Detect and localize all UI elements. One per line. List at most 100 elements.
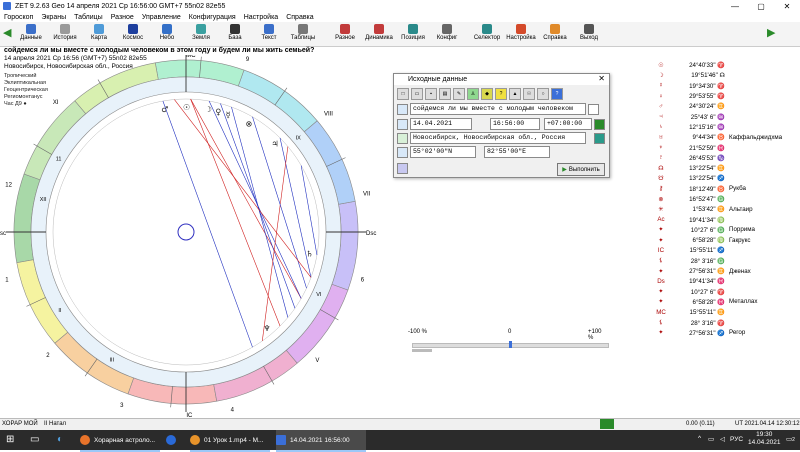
- toolbar-earth-button[interactable]: Земля: [186, 23, 216, 45]
- toolbar-tables-button[interactable]: Таблицы: [288, 23, 318, 45]
- new-icon[interactable]: □: [397, 88, 409, 100]
- task-firefox[interactable]: Хорарная астроло...: [80, 430, 160, 452]
- notification-icon[interactable]: ▭2: [786, 435, 795, 443]
- toolbar-data-button[interactable]: Данные: [16, 23, 46, 45]
- latitude-field[interactable]: 55°02'00"N: [410, 146, 476, 158]
- planet-row[interactable]: ✦ 6°58'28" ♍ Гакрукс: [655, 235, 800, 245]
- planet-row[interactable]: ♇ 26°45'53" ♑: [655, 153, 800, 163]
- date-field[interactable]: 14.04.2021: [410, 118, 472, 130]
- question-field[interactable]: сойдемся ли мы вместе с молодым человеко…: [410, 103, 586, 115]
- toolbar-map-button[interactable]: Карта: [84, 23, 114, 45]
- planet-row[interactable]: ✳ 1°53'42" ♊ Альтаир: [655, 204, 800, 214]
- atlas-icon[interactable]: [594, 133, 605, 144]
- planet-row[interactable]: ⊗ 16°52'47" ♎: [655, 194, 800, 204]
- planet-row[interactable]: ♅ 9°44'34" ♉ Каффальджидхма: [655, 132, 800, 142]
- horoscope-wheel[interactable]: AscDscMCIC1234V6VIIVIII9XXI12IIIIIIX11XI…: [0, 55, 390, 420]
- menu-misc[interactable]: Разное: [111, 14, 134, 21]
- horary-icon[interactable]: ?: [495, 88, 507, 100]
- open-icon[interactable]: ▭: [411, 88, 423, 100]
- tray-arrow-icon[interactable]: ^: [698, 435, 701, 442]
- toolbar-exit-button[interactable]: Выход: [574, 23, 604, 45]
- planet-row[interactable]: Ac 19°41'34" ♍: [655, 214, 800, 224]
- volume-icon[interactable]: ◁: [720, 435, 725, 443]
- planet-row[interactable]: ✦ 27°56'31" ♐ Регор: [655, 328, 800, 338]
- planet-row[interactable]: ⚸ 28° 3'16" ♈: [655, 317, 800, 327]
- planet-row[interactable]: MC 15°55'11" ♊: [655, 307, 800, 317]
- slider-scroll[interactable]: [412, 349, 432, 352]
- now-icon[interactable]: [594, 119, 605, 130]
- toolbar-dynamics-button[interactable]: Динамика: [364, 23, 394, 45]
- slider-thumb[interactable]: [509, 341, 512, 348]
- toolbar-sky-button[interactable]: Небо: [152, 23, 182, 45]
- planet-row[interactable]: ♂ 24°30'24" ♊: [655, 101, 800, 111]
- task-vlc[interactable]: 01 Урок 1.mp4 - М...: [190, 430, 270, 452]
- windows-start-icon[interactable]: ⊞: [6, 434, 14, 445]
- planet-row[interactable]: ☊ 13°22'54" ♊: [655, 163, 800, 173]
- toolbar-selector-button[interactable]: Селектор: [472, 23, 502, 45]
- planet-row[interactable]: IC 15°55'11" ♐: [655, 245, 800, 255]
- planet-row[interactable]: ☽ 19°51'46" ☊: [655, 70, 800, 80]
- toolbar-settings-button[interactable]: Настройка: [506, 23, 536, 45]
- chart-small-icon[interactable]: [397, 163, 408, 174]
- planet-row[interactable]: ♄ 12°15'16" ♒: [655, 122, 800, 132]
- minimize-button[interactable]: —: [722, 0, 748, 12]
- edge-icon[interactable]: ◐: [57, 434, 63, 445]
- toolbar-position-button[interactable]: Позиция: [398, 23, 428, 45]
- dialog-close-icon[interactable]: ✕: [598, 74, 605, 83]
- planet-row[interactable]: ✦ 6°58'28" ♓ Металлах: [655, 297, 800, 307]
- planet-row[interactable]: ☿ 19°34'30" ♈: [655, 81, 800, 91]
- menu-control[interactable]: Управление: [142, 14, 181, 21]
- planet-row[interactable]: ♆ 21°52'59" ♓: [655, 142, 800, 152]
- toolbar-database-button[interactable]: База: [220, 23, 250, 45]
- planet-row[interactable]: ♀ 29°53'55" ♈: [655, 91, 800, 101]
- network-icon[interactable]: ▭: [708, 435, 714, 443]
- person-icon[interactable]: ♙: [467, 88, 479, 100]
- menu-horoscope[interactable]: Гороскоп: [4, 14, 33, 21]
- question-dropdown-icon[interactable]: [588, 104, 599, 115]
- task-view-icon[interactable]: ▭: [30, 434, 39, 445]
- circle-icon[interactable]: ○: [537, 88, 549, 100]
- task-zet[interactable]: 14.04.2021 16:56:00: [276, 430, 366, 452]
- planet-name: Гакрукс: [729, 236, 751, 244]
- menu-help[interactable]: Справка: [286, 14, 313, 21]
- tree-icon[interactable]: ▲: [509, 88, 521, 100]
- planet-row[interactable]: ☋ 13°22'54" ♐: [655, 173, 800, 183]
- menu-configuration[interactable]: Конфигурация: [189, 14, 236, 21]
- clear-icon[interactable]: ✎: [453, 88, 465, 100]
- toolbar-text-button[interactable]: Текст: [254, 23, 284, 45]
- task-teamviewer[interactable]: [166, 430, 186, 450]
- toolbar-history-button[interactable]: История: [50, 23, 80, 45]
- maximize-button[interactable]: ▢: [748, 0, 774, 12]
- timezone-field[interactable]: +07:00:00: [544, 118, 592, 130]
- place-field[interactable]: Новосибирск, Новосибирская обл., Россия: [410, 132, 586, 144]
- planet-row[interactable]: ✦ 10°27' 6" ♈: [655, 287, 800, 297]
- toolbar-misc-button[interactable]: Разное: [330, 23, 360, 45]
- save-icon[interactable]: ▪: [425, 88, 437, 100]
- menu-settings[interactable]: Настройка: [244, 14, 278, 21]
- close-button[interactable]: ✕: [774, 0, 800, 12]
- planet-row[interactable]: ♃ 25°43' 6" ♒: [655, 111, 800, 121]
- back-arrow-icon[interactable]: ◀: [3, 26, 11, 39]
- planet-row[interactable]: Ds 19°41'34" ♓: [655, 276, 800, 286]
- help-small-icon[interactable]: ?: [551, 88, 563, 100]
- longitude-field[interactable]: 82°55'00"E: [484, 146, 550, 158]
- planet-row[interactable]: ✦ 27°56'31" ♊ Дженах: [655, 266, 800, 276]
- print-icon[interactable]: ▤: [439, 88, 451, 100]
- planet-row[interactable]: ⚸ 28° 3'16" ♎: [655, 256, 800, 266]
- planet-row[interactable]: ☉ 24°40'33" ♈: [655, 60, 800, 70]
- event-icon[interactable]: ◆: [481, 88, 493, 100]
- language-indicator[interactable]: РУС: [730, 436, 743, 443]
- clock[interactable]: 19:30 14.04.2021: [748, 431, 781, 447]
- sun-icon[interactable]: ☉: [523, 88, 535, 100]
- time-field[interactable]: 16:56:00: [490, 118, 540, 130]
- planet-row[interactable]: ✦ 10°27' 6" ♎ Поррима: [655, 225, 800, 235]
- execute-button[interactable]: ▶ Выполнить: [557, 163, 605, 176]
- toolbar-help-button[interactable]: Справка: [540, 23, 570, 45]
- toolbar-cosmos-button[interactable]: Космос: [118, 23, 148, 45]
- planet-row[interactable]: ⚷ 18°12'49" ♉ Рукба: [655, 184, 800, 194]
- menu-screens[interactable]: Экраны: [41, 14, 66, 21]
- menu-tables[interactable]: Таблицы: [74, 14, 103, 21]
- toolbar-config-button[interactable]: Конфиг: [432, 23, 462, 45]
- influence-slider[interactable]: -100 % 0 +100 %: [408, 329, 609, 354]
- forward-arrow-icon[interactable]: ▶: [767, 26, 775, 39]
